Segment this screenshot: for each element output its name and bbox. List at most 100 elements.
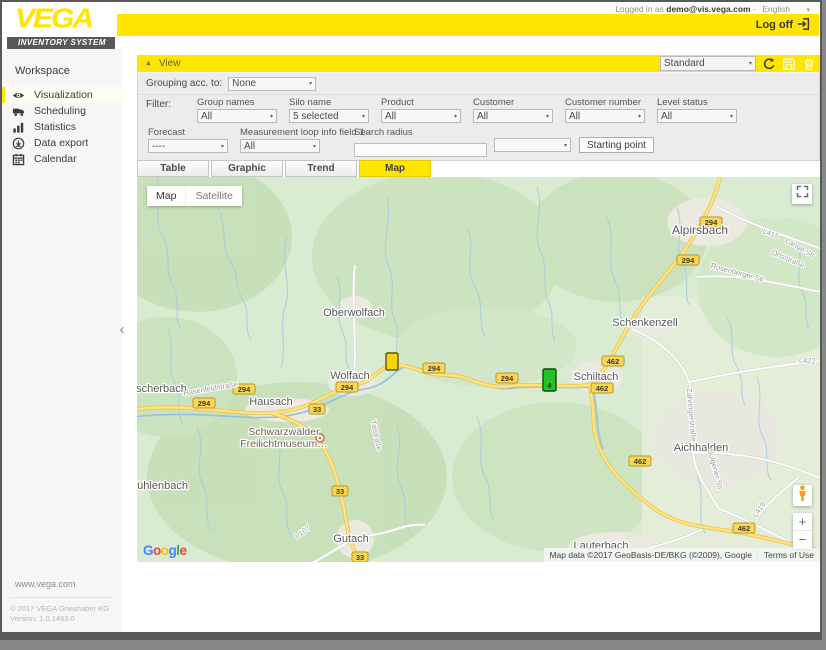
- sidebar: Workspace Visualization Scheduling Stati…: [2, 49, 122, 632]
- svg-text:294: 294: [198, 399, 211, 408]
- map-view-button[interactable]: Map: [147, 186, 185, 206]
- sidebar-item-label: Visualization: [34, 89, 93, 101]
- svg-text:462: 462: [596, 384, 609, 393]
- sidebar-item-data-export[interactable]: Data export: [2, 135, 122, 151]
- filter-group-names-select[interactable]: All▾: [197, 109, 277, 123]
- route-badge-33: 33: [309, 404, 325, 414]
- logo-subtitle: INVENTORY SYSTEM: [7, 37, 115, 49]
- logged-in-text: Logged in as: [615, 4, 664, 14]
- starting-point-button[interactable]: Starting point: [579, 137, 654, 153]
- filter-forecast-select[interactable]: ----▾: [148, 139, 228, 153]
- grouping-label: Grouping acc. to:: [146, 78, 222, 89]
- map-container: 294294294294294294294333333462462462462A…: [137, 177, 820, 562]
- sidebar-item-label: Statistics: [34, 121, 76, 133]
- map-town-label: Oberwolfach: [323, 307, 385, 319]
- google-logo[interactable]: Google: [143, 543, 187, 558]
- svg-text:294: 294: [428, 364, 441, 373]
- sidebar-item-statistics[interactable]: Statistics: [2, 119, 122, 135]
- chevron-down-icon: ▾: [221, 143, 224, 150]
- vega-inventory-window: Logged in as demo@vis.vega.com - English…: [0, 0, 822, 640]
- map-town-label: Fischerbach: [137, 383, 187, 395]
- svg-text:33: 33: [356, 553, 364, 562]
- route-badge-462: 462: [733, 523, 755, 533]
- chevron-down-icon: ▾: [564, 142, 567, 149]
- svg-text:462: 462: [607, 357, 620, 366]
- grouping-select[interactable]: None ▾: [228, 77, 316, 91]
- svg-text:Freilichtmuseum…: Freilichtmuseum…: [240, 438, 328, 450]
- terms-of-use-link[interactable]: Terms of Use: [758, 548, 820, 562]
- svg-text:294: 294: [682, 256, 695, 265]
- silo-marker-1[interactable]: 4: [543, 369, 556, 391]
- poi-freilichtmuseum[interactable]: SchwarzwälderFreilichtmuseum…: [240, 426, 328, 450]
- chevron-down-icon: ▾: [454, 113, 457, 120]
- route-badge-294: 294: [496, 373, 518, 383]
- sidebar-item-label: Scheduling: [34, 105, 86, 117]
- sidebar-item-scheduling[interactable]: Scheduling: [2, 103, 122, 119]
- silo-marker-0[interactable]: [386, 353, 398, 370]
- log-off-button[interactable]: Log off: [756, 17, 811, 34]
- map-town-label: Alpirsbach: [672, 223, 728, 237]
- vega-website-link[interactable]: www.vega.com: [2, 579, 122, 597]
- map-canvas[interactable]: 294294294294294294294333333462462462462A…: [137, 177, 820, 562]
- collapse-up-icon[interactable]: ▲: [145, 60, 152, 67]
- zoom-in-button[interactable]: +: [793, 513, 812, 531]
- search-radius-unit-select[interactable]: ▾: [494, 138, 571, 152]
- route-badge-294: 294: [423, 363, 445, 373]
- tab-trend[interactable]: Trend: [285, 160, 357, 177]
- filter-customer-number-select[interactable]: All▾: [565, 109, 645, 123]
- tab-map[interactable]: Map: [359, 160, 431, 177]
- svg-text:294: 294: [501, 374, 514, 383]
- filter-silo-name-select[interactable]: 5 selected▾: [289, 109, 369, 123]
- chevron-down-icon: ▾: [546, 113, 549, 120]
- filter-level-status-label: Level status: [657, 97, 737, 108]
- delete-view-button[interactable]: [801, 56, 816, 71]
- chevron-down-icon: ▾: [362, 113, 365, 120]
- chevron-down-icon[interactable]: ▾: [806, 7, 810, 14]
- route-badge-294: 294: [677, 255, 699, 265]
- sidebar-collapse-button[interactable]: ‹: [115, 318, 129, 342]
- map-town-label: Hausach: [249, 396, 292, 408]
- chevron-down-icon: ▾: [309, 80, 312, 87]
- svg-text:294: 294: [341, 383, 354, 392]
- workspace-title: Workspace: [2, 49, 122, 87]
- preset-select[interactable]: Standard ▾: [660, 56, 756, 71]
- route-badge-294: 294: [193, 398, 215, 408]
- tab-graphic[interactable]: Graphic: [211, 160, 283, 177]
- save-view-button[interactable]: [781, 56, 796, 71]
- filter-customer-select[interactable]: All▾: [473, 109, 553, 123]
- svg-text:294: 294: [238, 385, 251, 394]
- fullscreen-button[interactable]: [792, 184, 812, 204]
- sidebar-item-label: Calendar: [34, 153, 77, 165]
- login-status: Logged in as demo@vis.vega.com - English…: [122, 2, 820, 14]
- zoom-out-button[interactable]: −: [793, 531, 812, 549]
- sidebar-item-visualization[interactable]: Visualization: [2, 87, 122, 103]
- search-radius-input[interactable]: [354, 143, 487, 157]
- route-badge-33: 33: [352, 552, 368, 562]
- chevron-down-icon: ▾: [730, 113, 733, 120]
- view-panel-header[interactable]: ▲ View Standard ▾: [137, 55, 820, 72]
- separator: -: [753, 4, 756, 14]
- filter-measurement-loop-info-field-1-select[interactable]: All▾: [240, 139, 320, 153]
- filter-forecast-label: Forecast: [148, 127, 228, 138]
- map-attribution: Map data ©2017 GeoBasis-DE/BKG (©2009), …: [544, 548, 820, 562]
- language-selector[interactable]: English: [762, 4, 790, 14]
- tab-table[interactable]: Table: [137, 160, 209, 177]
- filter-measurement-loop-info-field-1-label: Measurement loop info field 1: [240, 127, 320, 138]
- filter-customer-number-label: Customer number: [565, 97, 645, 108]
- bar-chart-icon: [12, 121, 25, 134]
- view-panel-title: View: [159, 58, 181, 69]
- filter-customer-label: Customer: [473, 97, 553, 108]
- street-view-pegman[interactable]: [793, 485, 812, 506]
- sidebar-item-calendar[interactable]: Calendar: [2, 151, 122, 167]
- sidebar-item-label: Data export: [34, 137, 88, 149]
- filter-silo-name-label: Silo name: [289, 97, 369, 108]
- filter-level-status-select[interactable]: All▾: [657, 109, 737, 123]
- vega-logo: VEGA: [15, 3, 92, 34]
- satellite-view-button[interactable]: Satellite: [185, 186, 241, 206]
- reset-view-button[interactable]: [761, 56, 776, 71]
- filter-product-select[interactable]: All▾: [381, 109, 461, 123]
- route-badge-462: 462: [602, 356, 624, 366]
- calendar-icon: [12, 153, 25, 166]
- version-text: Version: 1.0.1463.0: [2, 614, 122, 624]
- route-badge-462: 462: [591, 383, 613, 393]
